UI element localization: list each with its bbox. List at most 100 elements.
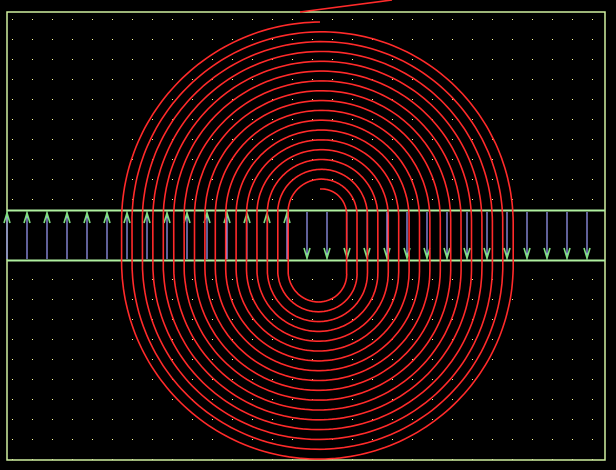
field-dot bbox=[72, 159, 73, 160]
field-dot bbox=[32, 59, 33, 60]
field-dot bbox=[312, 339, 313, 340]
field-dot bbox=[312, 319, 313, 320]
field-dot bbox=[472, 139, 473, 140]
field-dot bbox=[32, 39, 33, 40]
field-dot bbox=[292, 359, 293, 360]
field-dot bbox=[232, 279, 233, 280]
field-dot bbox=[412, 419, 413, 420]
field-dot bbox=[132, 399, 133, 400]
field-dot bbox=[192, 299, 193, 300]
field-dot bbox=[252, 19, 253, 20]
field-dot bbox=[512, 139, 513, 140]
field-dot bbox=[552, 339, 553, 340]
field-dot bbox=[72, 39, 73, 40]
field-dot bbox=[232, 39, 233, 40]
field-dot bbox=[592, 419, 593, 420]
field-dot bbox=[352, 339, 353, 340]
field-dot bbox=[532, 119, 533, 120]
field-dot bbox=[172, 419, 173, 420]
field-dot bbox=[192, 99, 193, 100]
field-dot bbox=[232, 379, 233, 380]
field-dot bbox=[72, 99, 73, 100]
field-dot bbox=[552, 59, 553, 60]
field-dot bbox=[112, 79, 113, 80]
field-dot bbox=[92, 199, 93, 200]
field-dot bbox=[492, 99, 493, 100]
field-dot bbox=[492, 179, 493, 180]
field-dot bbox=[112, 399, 113, 400]
field-dot bbox=[292, 199, 293, 200]
field-dot bbox=[552, 79, 553, 80]
field-dot bbox=[572, 79, 573, 80]
field-dot bbox=[472, 419, 473, 420]
field-dot bbox=[472, 339, 473, 340]
field-dot bbox=[152, 59, 153, 60]
field-dot bbox=[372, 99, 373, 100]
field-dot bbox=[12, 399, 13, 400]
field-dot bbox=[12, 39, 13, 40]
field-dot bbox=[572, 439, 573, 440]
field-dot bbox=[92, 99, 93, 100]
field-dot bbox=[432, 59, 433, 60]
field-dot bbox=[472, 159, 473, 160]
field-dot bbox=[352, 379, 353, 380]
field-dot bbox=[332, 199, 333, 200]
field-dot bbox=[292, 139, 293, 140]
field-dot bbox=[272, 339, 273, 340]
field-dot bbox=[212, 339, 213, 340]
field-dot bbox=[12, 179, 13, 180]
field-dot bbox=[472, 19, 473, 20]
field-dot bbox=[492, 339, 493, 340]
field-dot bbox=[532, 39, 533, 40]
field-dot bbox=[592, 439, 593, 440]
field-dot bbox=[412, 379, 413, 380]
field-dot bbox=[112, 179, 113, 180]
field-dot bbox=[232, 59, 233, 60]
simulation-canvas[interactable] bbox=[0, 0, 616, 470]
field-dot bbox=[112, 379, 113, 380]
field-dot bbox=[32, 399, 33, 400]
field-dot bbox=[292, 439, 293, 440]
field-dot bbox=[512, 159, 513, 160]
field-dot bbox=[112, 419, 113, 420]
field-dot bbox=[392, 319, 393, 320]
field-dot bbox=[372, 279, 373, 280]
field-dot bbox=[552, 419, 553, 420]
field-dot bbox=[532, 19, 533, 20]
field-dot bbox=[132, 59, 133, 60]
field-dot bbox=[92, 339, 93, 340]
field-dot bbox=[292, 339, 293, 340]
field-dot bbox=[72, 439, 73, 440]
field-dot bbox=[332, 19, 333, 20]
field-dot bbox=[112, 119, 113, 120]
field-dot bbox=[552, 139, 553, 140]
field-dot bbox=[152, 399, 153, 400]
field-dot bbox=[192, 179, 193, 180]
field-dot bbox=[252, 199, 253, 200]
field-dot bbox=[552, 379, 553, 380]
field-dot bbox=[232, 419, 233, 420]
field-dot bbox=[292, 159, 293, 160]
field-dot bbox=[252, 419, 253, 420]
field-dot bbox=[372, 139, 373, 140]
field-dot bbox=[452, 19, 453, 20]
field-dot bbox=[292, 59, 293, 60]
field-dot bbox=[112, 39, 113, 40]
field-dot bbox=[472, 99, 473, 100]
field-dot bbox=[52, 19, 53, 20]
field-dot bbox=[432, 299, 433, 300]
field-dot bbox=[492, 119, 493, 120]
field-dot bbox=[512, 299, 513, 300]
field-dot bbox=[112, 439, 113, 440]
field-dot bbox=[272, 199, 273, 200]
field-dot bbox=[52, 299, 53, 300]
field-dot bbox=[32, 359, 33, 360]
field-dot bbox=[412, 19, 413, 20]
field-dot bbox=[112, 339, 113, 340]
field-dot bbox=[472, 359, 473, 360]
field-dot bbox=[112, 319, 113, 320]
field-dot bbox=[472, 439, 473, 440]
field-dot bbox=[392, 179, 393, 180]
field-dot bbox=[412, 79, 413, 80]
field-dot bbox=[532, 99, 533, 100]
